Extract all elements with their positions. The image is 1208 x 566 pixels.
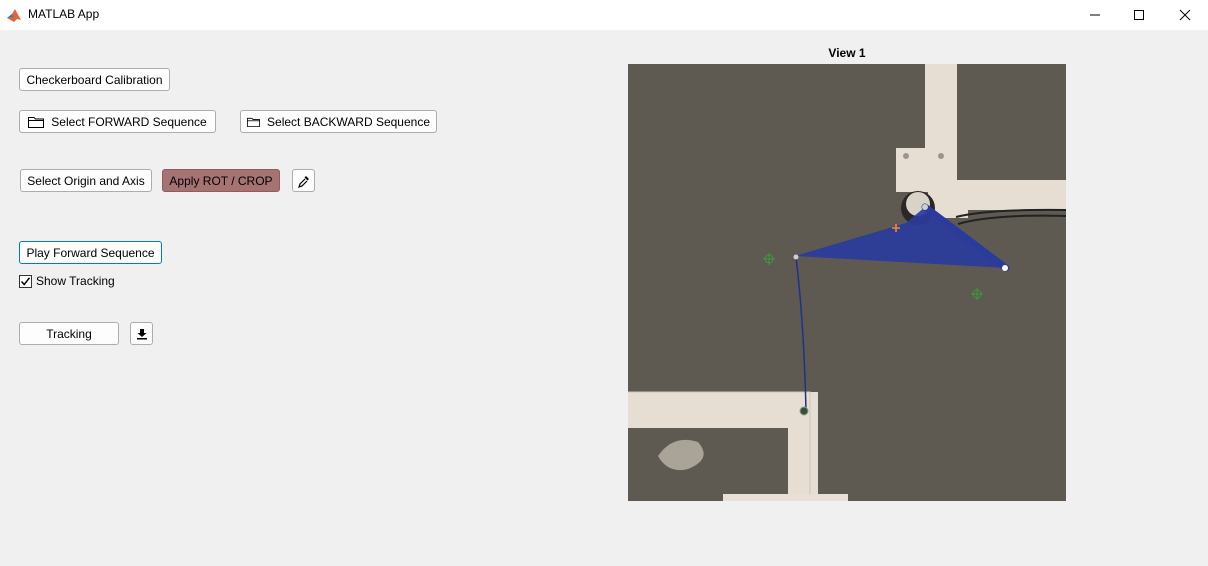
eyedropper-icon	[297, 175, 309, 188]
minimize-button[interactable]	[1072, 0, 1118, 30]
checkmark-icon	[20, 276, 31, 286]
download-button[interactable]	[130, 322, 153, 345]
apply-rot-crop-label: Apply ROT / CROP	[169, 173, 273, 188]
show-tracking-checkbox[interactable]	[19, 274, 32, 288]
tracking-button[interactable]: Tracking	[19, 322, 119, 345]
matlab-logo-icon	[7, 9, 21, 22]
folder-icon	[28, 116, 45, 128]
apply-rot-crop-button[interactable]: Apply ROT / CROP	[162, 169, 280, 192]
view-title: View 1	[828, 46, 866, 60]
screw	[938, 153, 944, 159]
tracking-label: Tracking	[46, 326, 92, 341]
close-icon	[1179, 9, 1191, 21]
checkerboard-calibration-button[interactable]: Checkerboard Calibration	[19, 68, 170, 91]
show-tracking-label: Show Tracking	[36, 274, 115, 288]
maximize-button[interactable]	[1116, 0, 1162, 30]
folder-icon	[247, 117, 261, 127]
maximize-icon	[1134, 10, 1144, 20]
background-plate	[628, 64, 1066, 501]
select-origin-axis-button[interactable]: Select Origin and Axis	[20, 169, 152, 192]
select-backward-sequence-label: Select BACKWARD Sequence	[267, 114, 430, 129]
close-button[interactable]	[1162, 0, 1208, 30]
title-bar: MATLAB App	[0, 0, 1208, 30]
checkerboard-calibration-label: Checkerboard Calibration	[26, 72, 163, 87]
select-origin-axis-label: Select Origin and Axis	[27, 173, 145, 188]
play-forward-sequence-button[interactable]: Play Forward Sequence	[19, 241, 162, 264]
play-forward-sequence-label: Play Forward Sequence	[26, 245, 155, 260]
window-title: MATLAB App	[28, 7, 100, 21]
download-icon	[136, 328, 147, 339]
screw	[903, 153, 909, 159]
select-forward-sequence-label: Select FORWARD Sequence	[51, 114, 207, 129]
view-image[interactable]	[628, 64, 1066, 501]
show-tracking-row: Show Tracking	[19, 274, 115, 288]
minimize-icon	[1090, 14, 1100, 16]
select-forward-sequence-button[interactable]: Select FORWARD Sequence	[19, 110, 216, 133]
eyedropper-button[interactable]	[292, 169, 315, 192]
select-backward-sequence-button[interactable]: Select BACKWARD Sequence	[240, 110, 437, 133]
